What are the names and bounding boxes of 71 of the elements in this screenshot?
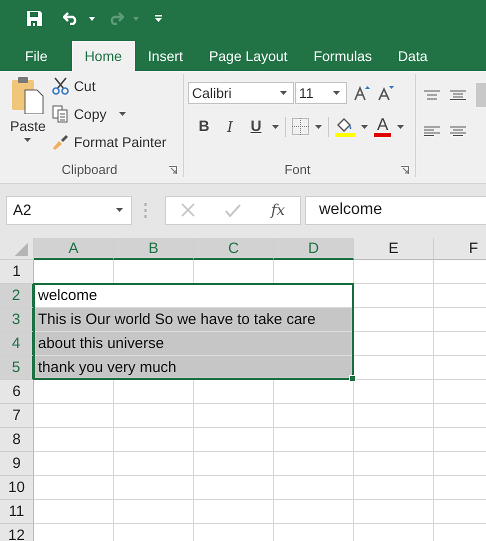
caret-icon <box>332 91 340 95</box>
column-header[interactable]: D <box>274 238 354 260</box>
checkmark-icon[interactable] <box>224 204 241 216</box>
row-header[interactable]: 8 <box>0 428 34 452</box>
customize-toolbar-icon[interactable] <box>155 15 162 23</box>
caret-icon <box>397 124 404 128</box>
align-middle-icon[interactable] <box>450 90 466 100</box>
row-header[interactable]: 3 <box>0 308 34 332</box>
name-box[interactable]: A2 <box>6 196 132 224</box>
column-header[interactable]: A <box>34 238 114 260</box>
table-cell: This is Our world So we have to take care <box>34 308 354 332</box>
copy-icon <box>52 105 69 123</box>
group-label: Clipboard <box>62 162 118 177</box>
caret-icon <box>116 208 123 212</box>
align-center-icon[interactable] <box>450 126 466 136</box>
italic-button[interactable]: I <box>220 118 240 136</box>
group-label: Font <box>284 162 310 177</box>
ribbon-tab[interactable]: Data <box>384 41 440 71</box>
font-color-button[interactable]: A <box>374 116 392 137</box>
ribbon-tab[interactable]: Page Layout <box>196 41 301 71</box>
row-header[interactable]: 10 <box>0 476 34 500</box>
column-header[interactable]: B <box>114 238 194 260</box>
caret-icon[interactable] <box>89 17 95 21</box>
bold-button[interactable]: B <box>194 118 214 135</box>
row-header[interactable]: 7 <box>0 404 34 428</box>
table-cell: thank you very much <box>34 356 354 380</box>
row-header[interactable]: 12 <box>0 524 34 541</box>
ribbon-tab[interactable]: Insert <box>134 41 196 71</box>
copy-button[interactable]: Copy <box>52 103 166 125</box>
caret-icon <box>360 124 368 128</box>
row-header[interactable]: 4 <box>0 332 34 356</box>
caret-icon <box>280 91 287 95</box>
brush-icon <box>52 134 69 150</box>
row-header[interactable]: 5 <box>0 356 34 380</box>
row-header[interactable]: 11 <box>0 500 34 524</box>
align-top-icon[interactable] <box>424 90 440 100</box>
ribbon-tab[interactable]: Formulas <box>300 41 385 71</box>
row-header[interactable]: 1 <box>0 260 34 284</box>
caret-icon <box>24 138 32 142</box>
formula-input[interactable]: welcome <box>305 196 486 224</box>
fill-color-icon[interactable] <box>334 116 355 136</box>
caret-icon <box>314 124 322 128</box>
font-size-dropdown[interactable]: 11 <box>294 82 347 104</box>
format-painter-button[interactable]: Format Painter <box>52 131 166 153</box>
save-icon[interactable] <box>26 10 43 27</box>
row-header[interactable]: 2 <box>0 284 34 308</box>
align-left-icon[interactable] <box>424 126 440 136</box>
cut-button[interactable]: Cut <box>52 75 166 97</box>
column-header[interactable]: E <box>354 238 434 260</box>
row-header[interactable]: 6 <box>0 380 34 404</box>
fill-handle[interactable] <box>349 375 356 382</box>
ribbon-tab[interactable]: File <box>13 41 72 71</box>
grip-icon <box>144 202 147 218</box>
grow-font-icon[interactable] <box>354 85 370 101</box>
paste-button[interactable]: Paste <box>0 74 52 153</box>
borders-icon[interactable] <box>292 118 309 135</box>
dialog-launcher-icon[interactable] <box>401 166 409 174</box>
column-header[interactable]: C <box>194 238 274 260</box>
dialog-launcher-icon[interactable] <box>168 166 177 174</box>
column-header[interactable]: F <box>434 238 486 260</box>
ribbon-tab[interactable]: Home <box>72 41 135 71</box>
caret-icon <box>272 124 279 128</box>
caret-icon <box>118 112 126 116</box>
scissors-icon <box>52 77 69 95</box>
underline-button[interactable]: U <box>246 118 266 135</box>
clipboard-icon <box>10 76 45 114</box>
insert-function-button[interactable]: fx <box>270 201 285 219</box>
row-header[interactable]: 9 <box>0 452 34 476</box>
font-name-dropdown[interactable]: Calibri <box>188 82 294 104</box>
shrink-font-icon[interactable] <box>378 85 394 101</box>
table-cell: about this universe <box>34 332 354 356</box>
